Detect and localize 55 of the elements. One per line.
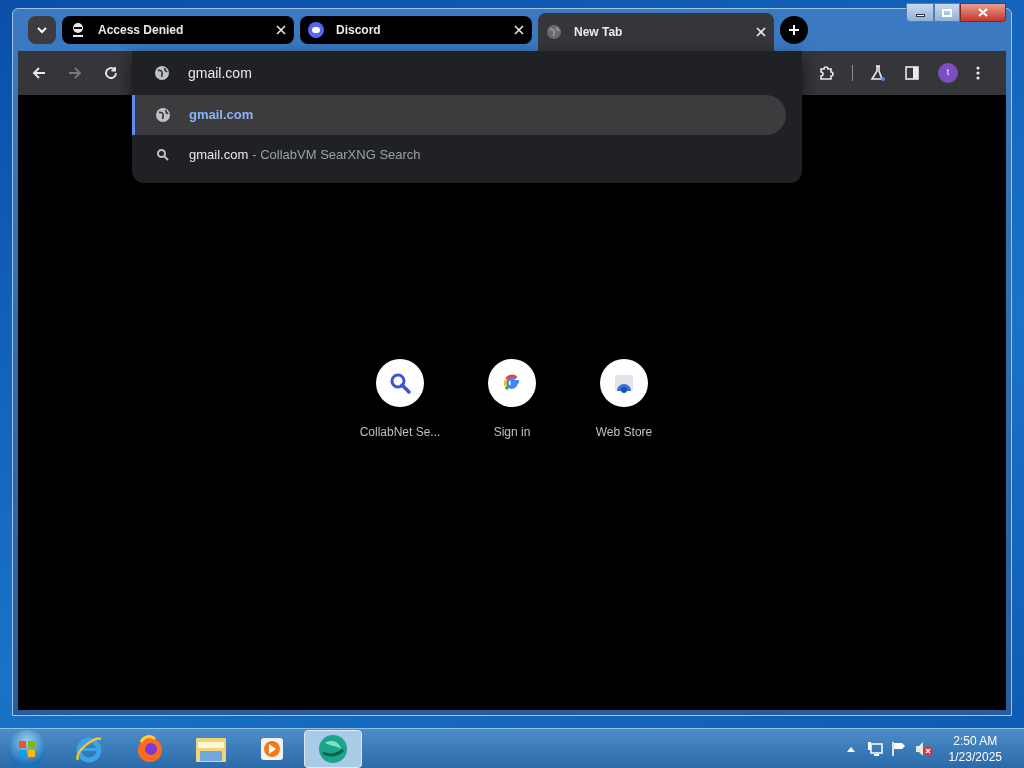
tab-search-button[interactable] xyxy=(28,16,56,44)
search-icon xyxy=(155,147,171,163)
minimize-icon xyxy=(915,14,925,17)
suggestion-text: gmail.com xyxy=(189,106,254,125)
minimize-button[interactable] xyxy=(906,3,934,22)
maximize-button[interactable] xyxy=(934,3,960,22)
network-icon[interactable] xyxy=(866,740,883,757)
caret-up-icon[interactable] xyxy=(846,745,855,752)
profile-avatar[interactable]: t xyxy=(938,63,958,83)
address-field[interactable]: gmail.com xyxy=(188,62,786,84)
flask-icon[interactable] xyxy=(870,65,886,81)
browser-tab[interactable]: Discord xyxy=(300,16,532,44)
windows-logo-icon xyxy=(18,739,36,758)
shortcut-label: Web Store xyxy=(595,424,653,441)
shortcut-tile[interactable]: Sign in xyxy=(456,359,568,441)
suggestion-row[interactable]: gmail.com xyxy=(132,95,786,135)
globe-app-icon[interactable] xyxy=(317,732,349,765)
tab-title: Discord xyxy=(336,22,382,39)
shortcut-tile[interactable]: CollabNet Se... xyxy=(344,359,456,441)
globe-icon xyxy=(546,24,562,40)
plus-icon xyxy=(788,24,800,36)
globe-icon xyxy=(154,65,170,81)
tab-title: Access Denied xyxy=(98,22,185,39)
shortcut-tile[interactable]: Web Store xyxy=(568,359,680,441)
suggestion-description: - CollabVM SearXNG Search xyxy=(252,146,421,165)
tab-title: New Tab xyxy=(574,24,624,41)
taskbar-app[interactable] xyxy=(304,729,362,768)
firefox-icon[interactable] xyxy=(135,733,165,764)
menu-icon[interactable] xyxy=(976,66,980,80)
magnifier-icon xyxy=(388,371,412,395)
suggestion-row[interactable]: gmail.com - CollabVM SearXNG Search xyxy=(132,135,786,175)
close-window-button[interactable] xyxy=(960,3,1006,22)
close-icon xyxy=(978,8,988,17)
muted-speaker-icon[interactable] xyxy=(914,740,933,757)
flag-icon[interactable] xyxy=(890,740,907,757)
browser-tab[interactable]: New Tab xyxy=(538,13,774,51)
reload-icon[interactable] xyxy=(104,66,118,80)
side-panel-icon[interactable] xyxy=(904,65,920,81)
browser-tab[interactable]: Access Denied xyxy=(62,16,294,44)
close-icon[interactable] xyxy=(276,25,286,35)
chevron-down-icon xyxy=(37,26,47,34)
shortcut-label: CollabNet Se... xyxy=(359,424,441,441)
forward-icon[interactable] xyxy=(68,66,82,80)
clock-time: 2:50 AM xyxy=(953,732,998,749)
start-button[interactable] xyxy=(8,729,46,768)
new-tab-button[interactable] xyxy=(780,16,808,44)
back-icon[interactable] xyxy=(32,66,46,80)
suggestion-text: gmail.com xyxy=(189,146,249,165)
close-icon[interactable] xyxy=(514,25,524,35)
shortcut-label: Sign in xyxy=(493,424,531,441)
clock-date: 1/23/2025 xyxy=(948,748,1002,765)
maximize-icon xyxy=(942,8,952,17)
puzzle-icon[interactable] xyxy=(819,65,835,81)
close-icon[interactable] xyxy=(756,27,766,37)
globe-icon xyxy=(155,107,171,123)
